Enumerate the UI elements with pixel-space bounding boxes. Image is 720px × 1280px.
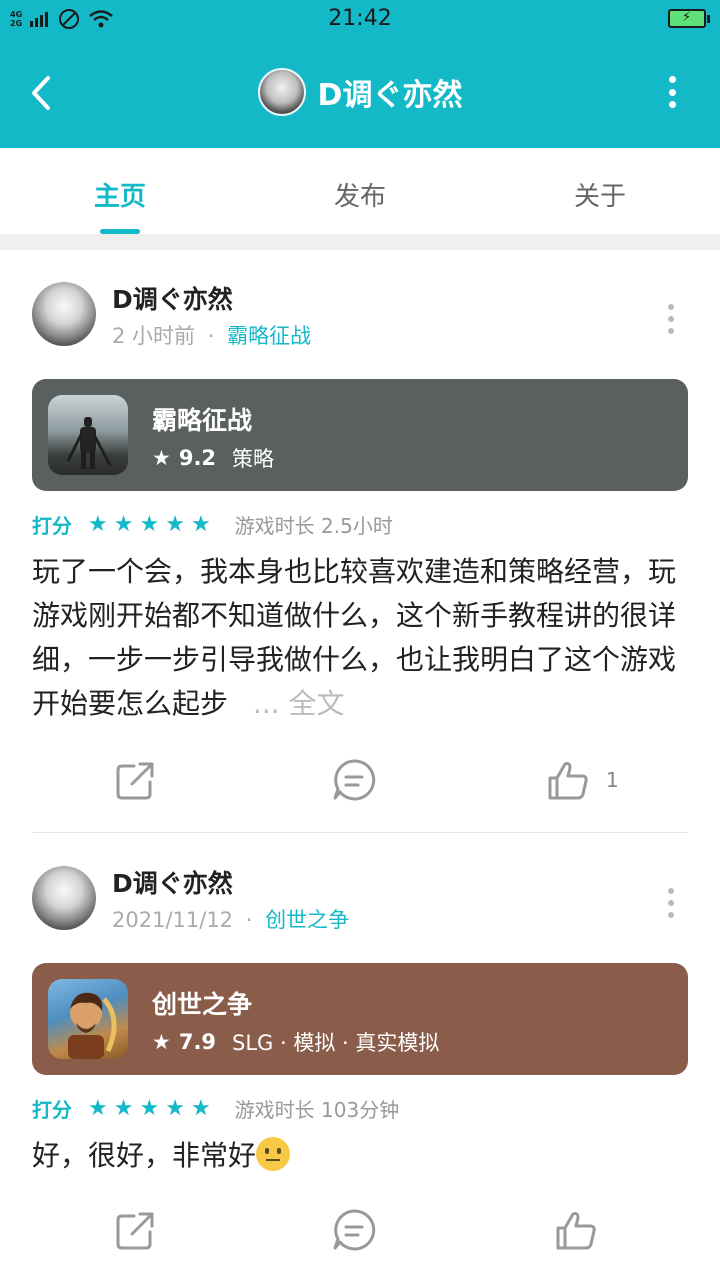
star-icon: ★ [113, 512, 134, 537]
post-author[interactable]: D调ぐ亦然 [112, 280, 233, 316]
post-content[interactable]: 玩了一个会，我本身也比较喜欢建造和策略经营，玩游戏刚开始都不知道做什么，这个新手… [32, 550, 688, 726]
post-meta: 2021/11/12 · 创世之争 [112, 904, 349, 934]
post-more-button[interactable] [668, 304, 676, 334]
tab-posts-label: 发布 [333, 182, 386, 212]
game-icon [48, 395, 128, 475]
game-score: 9.2 [178, 446, 217, 470]
thumbs-up-icon [556, 1212, 596, 1250]
game-tags: 策略 [232, 447, 275, 471]
star-icon: ★ [88, 1096, 108, 1121]
star-icon: ★ [190, 1096, 211, 1121]
like-button[interactable] [552, 1206, 614, 1254]
header-avatar[interactable] [257, 68, 306, 116]
tab-about-label: 关于 [573, 182, 626, 212]
post-actions: 1 [0, 756, 720, 816]
rating-row: 打分 ★ ★ ★ ★ ★ 游戏时长 103分钟 [32, 1094, 399, 1123]
game-name: 霸略征战 [152, 406, 253, 435]
charging-icon: ⚡ [682, 10, 692, 25]
header-title-group: D调ぐ亦然 [0, 68, 720, 116]
game-name: 创世之争 [152, 990, 253, 1019]
star-icon: ★ [165, 512, 185, 537]
clock: 21:42 [328, 6, 392, 31]
post-time: 2021/11/12 [112, 908, 234, 932]
meta-separator: · [207, 324, 215, 348]
share-icon [116, 1212, 154, 1250]
post-text: 玩了一个会，我本身也比较喜欢建造和策略经营，玩游戏刚开始都不知道做什么，这个新手… [32, 555, 677, 720]
game-card[interactable]: 霸略征战 ★ 9.2 策略 [32, 379, 688, 491]
share-button[interactable] [112, 756, 160, 804]
post-actions [0, 1206, 720, 1266]
rating-label: 打分 [32, 514, 72, 538]
comment-button[interactable] [330, 1206, 378, 1254]
rating-label: 打分 [32, 1098, 72, 1122]
post-text: 好，很好，非常好 [32, 1139, 257, 1172]
tab-posts[interactable]: 发布 [240, 148, 480, 234]
comment-icon [333, 1209, 376, 1251]
post-game-link[interactable]: 创世之争 [265, 908, 349, 932]
status-bar: 4G 2G 21:42 ⚡ [0, 0, 720, 38]
star-icon: ★ [139, 512, 160, 537]
like-button[interactable]: 1 [544, 756, 619, 804]
post-author[interactable]: D调ぐ亦然 [112, 864, 233, 900]
rating-row: 打分 ★ ★ ★ ★ ★ 游戏时长 2.5小时 [32, 510, 393, 539]
tab-home[interactable]: 主页 [0, 148, 240, 234]
thumbs-up-icon [548, 762, 588, 800]
game-info: ★ 7.9 SLG · 模拟 · 真实模拟 [152, 1027, 439, 1057]
post-divider [32, 832, 688, 833]
comment-icon [333, 759, 376, 801]
post-content[interactable]: 好，很好，非常好 [32, 1134, 688, 1178]
game-icon [48, 979, 128, 1059]
star-icon: ★ [165, 1096, 185, 1121]
star-icon: ★ [152, 1030, 171, 1054]
game-score: 7.9 [178, 1030, 217, 1054]
battery-icon: ⚡ [668, 9, 710, 28]
app-bar: D调ぐ亦然 [0, 38, 720, 148]
section-gap [0, 234, 720, 250]
game-tags: SLG · 模拟 · 真实模拟 [232, 1031, 440, 1055]
read-more-link[interactable]: ... 全文 [253, 687, 345, 720]
post-time: 2 小时前 [112, 324, 196, 348]
star-icon: ★ [190, 512, 211, 537]
avatar[interactable] [32, 282, 96, 346]
share-icon [116, 762, 154, 800]
star-icon: ★ [113, 1096, 134, 1121]
tab-bar: 主页 发布 关于 [0, 148, 720, 234]
star-icon: ★ [139, 1096, 160, 1121]
comment-button[interactable] [330, 756, 378, 804]
game-icon-art [66, 417, 112, 469]
star-icon: ★ [152, 446, 171, 470]
share-button[interactable] [112, 1206, 160, 1254]
post-card: D调ぐ亦然 2021/11/12 · 创世之争 创世之争 ★ 7.9 SLG ·… [0, 834, 720, 1280]
post-card: D调ぐ亦然 2 小时前 · 霸略征战 霸略征战 ★ 9.2 策略 打分 ★ ★ … [0, 250, 720, 832]
playtime: 游戏时长 103分钟 [234, 1098, 400, 1122]
star-icon: ★ [88, 512, 108, 537]
more-options-button[interactable] [662, 70, 682, 114]
meta-separator: · [245, 908, 253, 932]
tab-about[interactable]: 关于 [480, 148, 720, 234]
playtime: 游戏时长 2.5小时 [234, 514, 393, 538]
neutral-face-emoji [256, 1137, 291, 1171]
game-info: ★ 9.2 策略 [152, 443, 274, 473]
post-game-link[interactable]: 霸略征战 [227, 324, 311, 348]
avatar[interactable] [32, 866, 96, 930]
page-title: D调ぐ亦然 [317, 78, 463, 113]
like-count: 1 [606, 768, 619, 792]
game-icon-art [68, 992, 117, 1059]
tab-home-label: 主页 [93, 182, 146, 212]
game-card[interactable]: 创世之争 ★ 7.9 SLG · 模拟 · 真实模拟 [32, 963, 688, 1075]
post-meta: 2 小时前 · 霸略征战 [112, 320, 311, 350]
post-more-button[interactable] [668, 888, 676, 918]
